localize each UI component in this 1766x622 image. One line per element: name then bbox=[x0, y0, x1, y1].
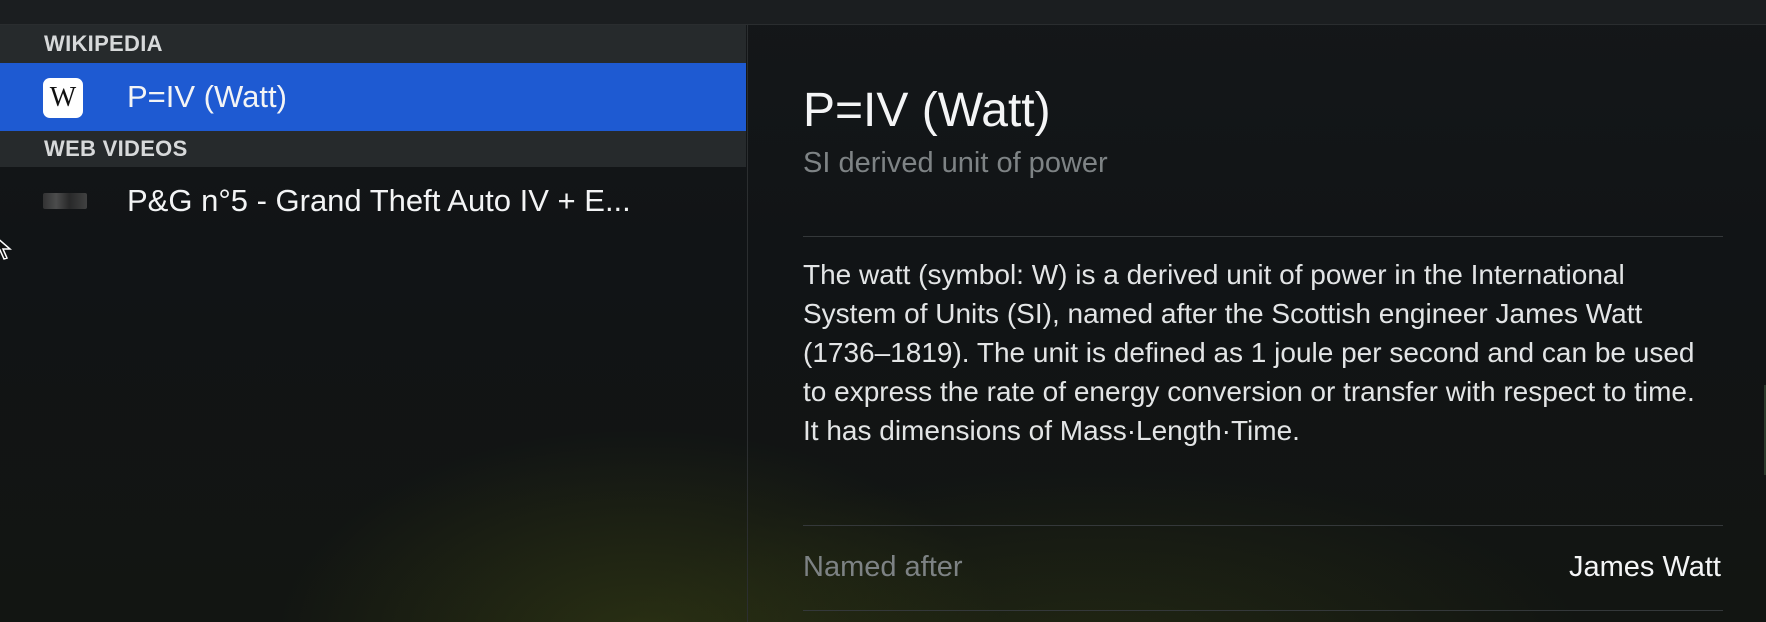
result-label: P&G n°5 - Grand Theft Auto IV + E... bbox=[127, 183, 631, 218]
detail-panel: P=IV (Watt) SI derived unit of power The… bbox=[747, 25, 1766, 622]
divider bbox=[803, 610, 1723, 611]
detail-description: The watt (symbol: W) is a derived unit o… bbox=[803, 259, 1695, 446]
section-header-web-videos: WEB VIDEOS bbox=[0, 131, 746, 167]
section-header-wikipedia: WIKIPEDIA bbox=[0, 25, 746, 63]
result-label: P=IV (Watt) bbox=[127, 79, 287, 114]
video-thumbnail-icon bbox=[43, 193, 87, 209]
property-label: Named after bbox=[803, 551, 963, 583]
property-value[interactable]: James Watt bbox=[1569, 545, 1721, 589]
spotlight-window: WIKIPEDIA W P=IV (Watt) WEB VIDEOS P&G n… bbox=[0, 0, 1766, 622]
result-item-watt[interactable]: W P=IV (Watt) bbox=[0, 63, 746, 131]
divider bbox=[803, 525, 1723, 526]
result-item-video[interactable]: P&G n°5 - Grand Theft Auto IV + E... bbox=[0, 167, 746, 235]
wikipedia-icon: W bbox=[43, 78, 83, 118]
divider bbox=[803, 236, 1723, 237]
property-row-named-after: Named after James Watt bbox=[803, 545, 1721, 589]
detail-subtitle: SI derived unit of power bbox=[803, 147, 1108, 179]
detail-title: P=IV (Watt) bbox=[803, 84, 1051, 137]
results-list: WIKIPEDIA W P=IV (Watt) WEB VIDEOS P&G n… bbox=[0, 25, 746, 622]
search-bar-area bbox=[0, 0, 1766, 25]
mouse-cursor-icon bbox=[0, 239, 12, 260]
